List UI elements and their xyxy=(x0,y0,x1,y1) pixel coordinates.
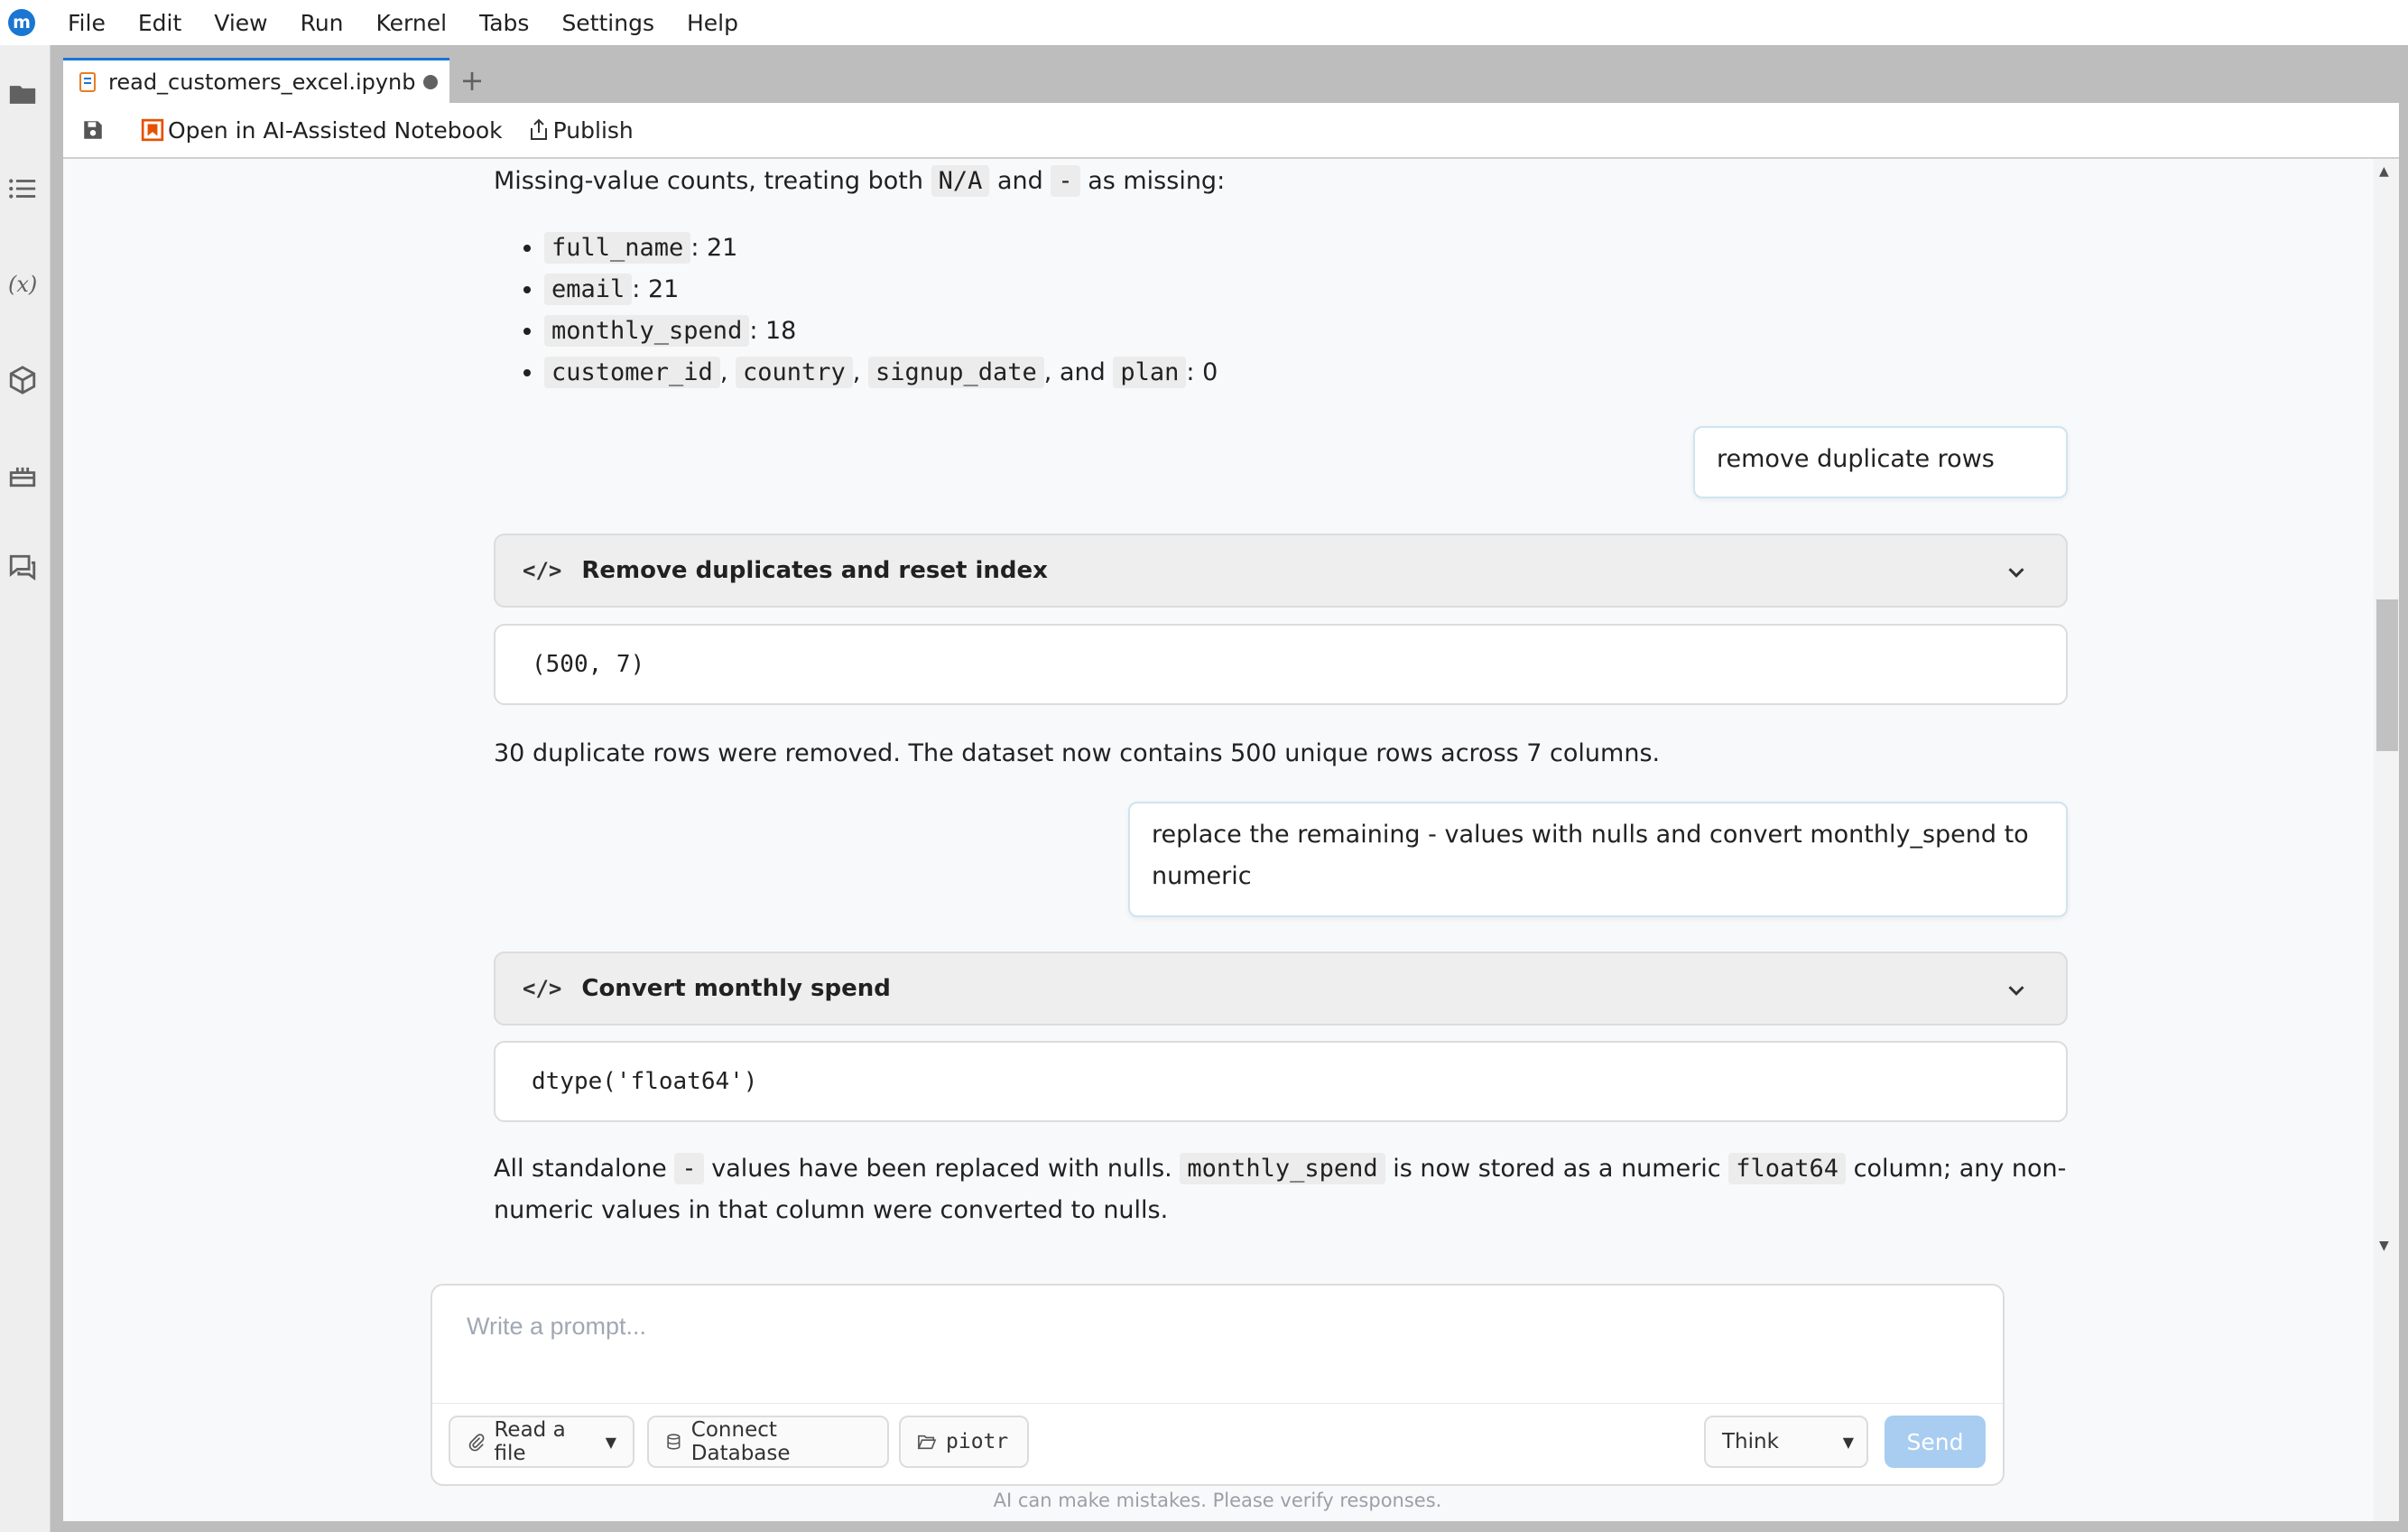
inline-code: N/A xyxy=(931,165,990,197)
intro-text: Missing-value counts, treating both xyxy=(494,167,923,195)
scroll-up-icon[interactable]: ▲ xyxy=(2379,164,2389,179)
menu-bar: m File Edit View Run Kernel Tabs Setting… xyxy=(0,0,2408,45)
think-mode-select[interactable]: Think ▼ xyxy=(1704,1416,1868,1468)
connect-database-label: Connect Database xyxy=(690,1418,791,1465)
tab-notebook[interactable]: read_customers_excel.ipynb xyxy=(63,58,449,103)
intro-text: and xyxy=(996,167,1043,195)
chevron-down-icon[interactable] xyxy=(2003,977,2030,1004)
scrollbar[interactable] xyxy=(2374,159,2399,1521)
think-mode-label: Think xyxy=(1722,1430,1779,1453)
assistant-response: 30 duplicate rows were removed. The data… xyxy=(494,739,1661,767)
folder-button[interactable]: piotr xyxy=(899,1416,1029,1468)
share-icon xyxy=(530,118,547,140)
chevron-down-icon[interactable] xyxy=(2003,559,2030,586)
frame-bottom xyxy=(51,1521,2408,1532)
user-message: replace the remaining - values with null… xyxy=(1128,802,2068,917)
read-file-label: Read a file xyxy=(494,1418,566,1465)
menu-tabs[interactable]: Tabs xyxy=(479,10,529,36)
frame-left xyxy=(51,45,63,1532)
menu-run[interactable]: Run xyxy=(301,10,344,36)
publish-button[interactable]: Publish xyxy=(528,117,634,144)
code-output: dtype('float64') xyxy=(494,1041,2068,1122)
open-ai-notebook-label: Open in AI-Assisted Notebook xyxy=(168,116,503,144)
new-tab-button[interactable]: + xyxy=(451,61,493,99)
list-icon[interactable] xyxy=(5,172,40,206)
frame-right xyxy=(2399,45,2408,1532)
scrollbar-thumb[interactable] xyxy=(2376,599,2398,751)
code-icon: </> xyxy=(523,976,562,1001)
menu-help[interactable]: Help xyxy=(687,10,738,36)
disclaimer: AI can make mistakes. Please verify resp… xyxy=(993,1490,1442,1511)
notebook-toolbar: Open in AI-Assisted Notebook Publish xyxy=(63,103,2399,159)
folder-open-icon xyxy=(917,1435,937,1450)
assistant-response: All standalone - values have been replac… xyxy=(494,1153,2067,1224)
variables-icon[interactable]: (x) xyxy=(5,267,40,302)
unsaved-indicator-icon[interactable] xyxy=(422,74,438,89)
list-item: email: 21 xyxy=(544,269,2068,311)
code-icon: </> xyxy=(523,558,562,583)
caret-down-icon: ▼ xyxy=(605,1433,616,1451)
paperclip-icon xyxy=(468,1434,485,1452)
scroll-down-icon[interactable]: ▼ xyxy=(2379,1239,2389,1253)
intro-text: as missing: xyxy=(1088,167,1226,195)
send-button[interactable]: Send xyxy=(1885,1416,1986,1468)
caret-down-icon: ▼ xyxy=(1842,1433,1854,1451)
code-step-title: Convert monthly spend xyxy=(581,975,891,1002)
ai-notebook-icon xyxy=(141,118,164,142)
code-step-header[interactable]: </> Convert monthly spend xyxy=(494,952,2068,1026)
notebook-icon xyxy=(79,71,96,92)
prompt-input[interactable] xyxy=(434,1287,2001,1403)
divider xyxy=(432,1403,2003,1404)
svg-text:(x): (x) xyxy=(8,272,37,297)
missing-values-list: full_name: 21 email: 21 monthly_spend: 1… xyxy=(494,227,2068,394)
menu-settings[interactable]: Settings xyxy=(561,10,654,36)
save-button[interactable] xyxy=(81,118,105,142)
prompt-box: Read a file ▼ Connect Database piotr Thi… xyxy=(431,1284,2005,1486)
menu-kernel[interactable]: Kernel xyxy=(376,10,448,36)
package-icon[interactable] xyxy=(5,363,40,397)
code-step-header[interactable]: </> Remove duplicates and reset index xyxy=(494,534,2068,608)
list-item: full_name: 21 xyxy=(544,227,2068,269)
left-sidebar: (x) xyxy=(0,45,51,1532)
missing-values-intro: Missing-value counts, treating both N/A … xyxy=(494,161,2068,202)
app-logo: m xyxy=(8,9,35,36)
cake-icon[interactable] xyxy=(5,457,40,491)
inline-code: - xyxy=(1051,165,1080,197)
publish-label: Publish xyxy=(552,116,634,144)
read-file-button[interactable]: Read a file ▼ xyxy=(449,1416,634,1468)
menu-view[interactable]: View xyxy=(214,10,267,36)
open-ai-notebook-button[interactable]: Open in AI-Assisted Notebook xyxy=(141,117,503,144)
folder-label: piotr xyxy=(946,1430,1009,1453)
save-icon xyxy=(84,121,102,139)
user-message: remove duplicate rows xyxy=(1693,426,2068,498)
chat-icon[interactable] xyxy=(5,551,40,585)
folder-icon[interactable] xyxy=(5,78,40,112)
code-output: (500, 7) xyxy=(494,624,2068,705)
code-step-title: Remove duplicates and reset index xyxy=(581,557,1048,584)
connect-database-button[interactable]: Connect Database xyxy=(647,1416,889,1468)
database-icon xyxy=(667,1434,681,1450)
tab-label: read_customers_excel.ipynb xyxy=(108,69,416,95)
menu-edit[interactable]: Edit xyxy=(138,10,181,36)
list-item: monthly_spend: 18 xyxy=(544,311,2068,352)
menu-file[interactable]: File xyxy=(68,10,106,36)
list-item: customer_id, country, signup_date, and p… xyxy=(544,352,2068,394)
